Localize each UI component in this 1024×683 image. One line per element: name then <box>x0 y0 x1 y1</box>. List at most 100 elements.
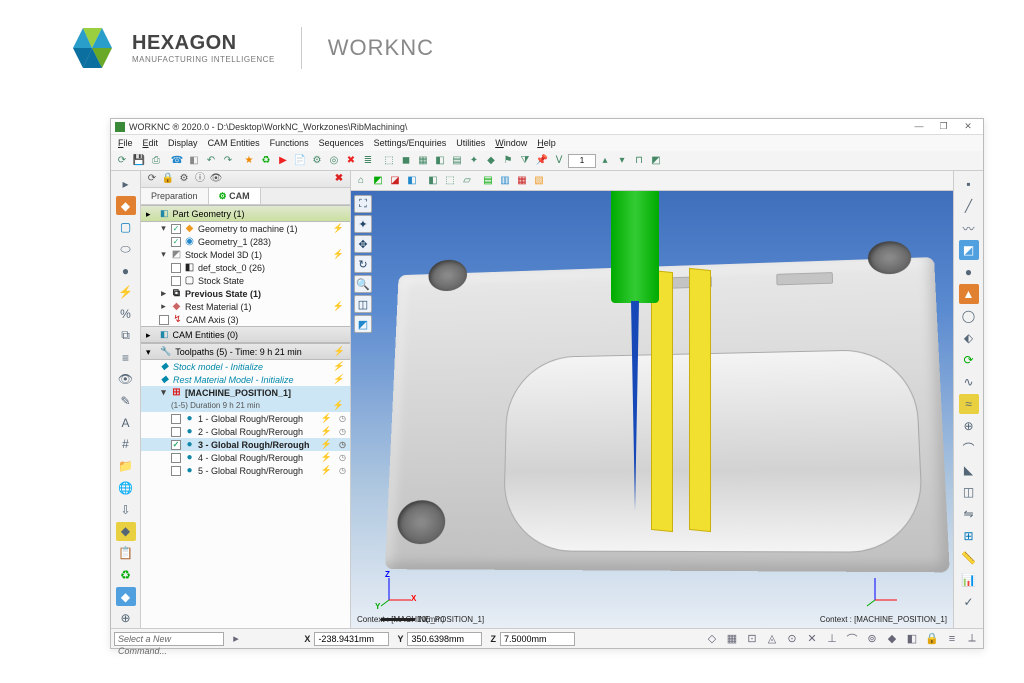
node-geometry-to-machine[interactable]: ▾ ◆ Geometry to machine (1) ⚡ <box>141 222 350 235</box>
eye-icon[interactable]: 👁 <box>116 369 136 389</box>
menu-window[interactable]: Window <box>492 138 530 148</box>
vp-front-icon[interactable]: ▤ <box>480 173 496 189</box>
zoom-icon[interactable]: 🔍 <box>354 275 372 293</box>
grid-icon[interactable]: ▤ <box>449 153 465 169</box>
pan-icon[interactable]: ✥ <box>354 235 372 253</box>
r-shell-icon[interactable]: ◫ <box>959 482 979 502</box>
letter-a-icon[interactable]: A <box>116 413 136 433</box>
hash-icon[interactable]: # <box>116 435 136 455</box>
color-icon[interactable]: ◆ <box>483 153 499 169</box>
tree-lock-icon[interactable]: 🔒 <box>161 172 175 186</box>
node-def-stock[interactable]: ◧ def_stock_0 (26) <box>141 261 350 274</box>
sb-grid-icon[interactable]: ▦ <box>724 631 740 647</box>
menu-functions[interactable]: Functions <box>267 138 312 148</box>
phone-icon[interactable]: ☎ <box>169 153 185 169</box>
tree-gear-icon[interactable]: ⚙ <box>177 172 191 186</box>
tab-preparation[interactable]: Preparation <box>141 188 209 204</box>
filter-icon[interactable]: ⧩ <box>517 153 533 169</box>
r-measure-icon[interactable]: 📏 <box>959 548 979 568</box>
menu-help[interactable]: Help <box>534 138 559 148</box>
star-icon[interactable]: ★ <box>241 153 257 169</box>
sb-near-icon[interactable]: ⊚ <box>864 631 880 647</box>
undo-icon[interactable]: ↶ <box>203 153 219 169</box>
menu-file[interactable]: File <box>115 138 136 148</box>
r-sweep-icon[interactable]: ∿ <box>959 372 979 392</box>
wire-icon[interactable]: ▦ <box>415 153 431 169</box>
sb-layer-icon[interactable]: ≡ <box>944 631 960 647</box>
sb-lock-icon[interactable]: 🔒 <box>924 631 940 647</box>
node-rest-init[interactable]: ◆Rest Material Model - Initialize ⚡ <box>141 373 350 386</box>
pin-icon[interactable]: 📌 <box>534 153 550 169</box>
r-point-icon[interactable]: ▪ <box>959 174 979 194</box>
vp-trans-icon[interactable]: ▱ <box>459 173 475 189</box>
viewport-3d[interactable]: ⌂ ◩ ◪ ◧ ◧ ⬚ ▱ ▤ ▥ ▦ ▧ ⛶ ✦ ✥ ↻ 🔍 ◫ <box>351 171 953 628</box>
sb-quad-icon[interactable]: ◧ <box>904 631 920 647</box>
sphere-icon[interactable]: ● <box>116 261 136 281</box>
r-check-icon[interactable]: ✓ <box>959 592 979 612</box>
flag-icon[interactable]: ⚑ <box>500 153 516 169</box>
node-machine-position[interactable]: ▾⊞ [MACHINE_POSITION_1] <box>141 386 350 399</box>
recycle2-icon[interactable]: ♻ <box>116 565 136 585</box>
vp-home-icon[interactable]: ⌂ <box>353 173 369 189</box>
r-sphere-icon[interactable]: ● <box>959 262 979 282</box>
sb-center-icon[interactable]: ⊙ <box>784 631 800 647</box>
node-stock-model-3d[interactable]: ▾◩ Stock Model 3D (1) ⚡ <box>141 248 350 261</box>
cube-icon[interactable]: ◧ <box>186 153 202 169</box>
spin-value[interactable]: 1 <box>568 154 596 168</box>
mesh-icon[interactable]: ⬚ <box>381 153 397 169</box>
vp-shade-icon[interactable]: ◧ <box>425 173 441 189</box>
menu-utilities[interactable]: Utilities <box>453 138 488 148</box>
globe-icon[interactable]: 🌐 <box>116 478 136 498</box>
r-boolean-icon[interactable]: ⊕ <box>959 416 979 436</box>
r-revolve-icon[interactable]: ⟳ <box>959 350 979 370</box>
menu-display[interactable]: Display <box>165 138 201 148</box>
r-line-icon[interactable]: ╱ <box>959 196 979 216</box>
vp-cube2-icon[interactable]: ◪ <box>387 173 403 189</box>
clipboard-icon[interactable]: 📋 <box>116 543 136 563</box>
tree-info-icon[interactable]: ⓘ <box>193 172 207 186</box>
sb-node-icon[interactable]: ◆ <box>884 631 900 647</box>
section-cam-entities[interactable]: ▸◧ CAM Entities (0) <box>141 326 350 343</box>
print-icon[interactable]: ⎙ <box>148 153 164 169</box>
sb-tan-icon[interactable]: ⌒ <box>844 631 860 647</box>
sb-mid-icon[interactable]: ◬ <box>764 631 780 647</box>
chevron-down-icon[interactable]: ᐯ <box>551 153 567 169</box>
vp-side-icon[interactable]: ▦ <box>514 173 530 189</box>
refresh-icon[interactable]: ⟳ <box>114 153 130 169</box>
redo-icon[interactable]: ↷ <box>220 153 236 169</box>
vp-iso-icon[interactable]: ▧ <box>531 173 547 189</box>
tree-eye-icon[interactable]: 👁 <box>209 172 223 186</box>
layers-icon[interactable]: ≡ <box>116 348 136 368</box>
cmd-go-icon[interactable]: ▸ <box>228 631 244 647</box>
menu-sequences[interactable]: Sequences <box>316 138 367 148</box>
r-box-icon[interactable]: ◩ <box>959 240 979 260</box>
percent-icon[interactable]: % <box>116 304 136 324</box>
r-cone-icon[interactable]: ▲ <box>959 284 979 304</box>
section-toolpaths[interactable]: ▾🔧 Toolpaths (5) - Time: 9 h 21 min ⚡ <box>141 343 350 360</box>
r-array-icon[interactable]: ⊞ <box>959 526 979 546</box>
minimize-button[interactable]: — <box>908 121 930 131</box>
tool-icon[interactable]: ✎ <box>116 391 136 411</box>
r-chamfer-icon[interactable]: ◣ <box>959 460 979 480</box>
recycle-icon[interactable]: ♻ <box>258 153 274 169</box>
hierarchy-icon[interactable]: ⧉ <box>116 326 136 346</box>
r-fillet-icon[interactable]: ⌒ <box>959 438 979 458</box>
shade-icon[interactable]: ◧ <box>432 153 448 169</box>
r-loft-icon[interactable]: ≈ <box>959 394 979 414</box>
sb-end-icon[interactable]: ⊡ <box>744 631 760 647</box>
tab-cam[interactable]: ⚙ CAM <box>209 188 261 204</box>
cylinder-icon[interactable]: ⬭ <box>116 239 136 259</box>
node-geometry-1[interactable]: ◉ Geometry_1 (283) <box>141 235 350 248</box>
box-icon[interactable]: ▢ <box>116 217 136 237</box>
node-rest-material[interactable]: ▸◆ Rest Material (1) ⚡ <box>141 300 350 313</box>
blue-cube-icon[interactable]: ◆ <box>116 587 136 607</box>
solid-icon[interactable]: ◼ <box>398 153 414 169</box>
command-input[interactable]: Select a New Command... <box>114 632 224 646</box>
run-icon[interactable]: ▶ <box>275 153 291 169</box>
spin-down-icon[interactable]: ▾ <box>614 153 630 169</box>
menu-edit[interactable]: Edit <box>140 138 162 148</box>
cube2-icon[interactable]: ◩ <box>648 153 664 169</box>
tree-close-icon[interactable]: ✖ <box>332 172 346 186</box>
r-analyze-icon[interactable]: 📊 <box>959 570 979 590</box>
node-cam-axis[interactable]: ↯ CAM Axis (3) <box>141 313 350 326</box>
